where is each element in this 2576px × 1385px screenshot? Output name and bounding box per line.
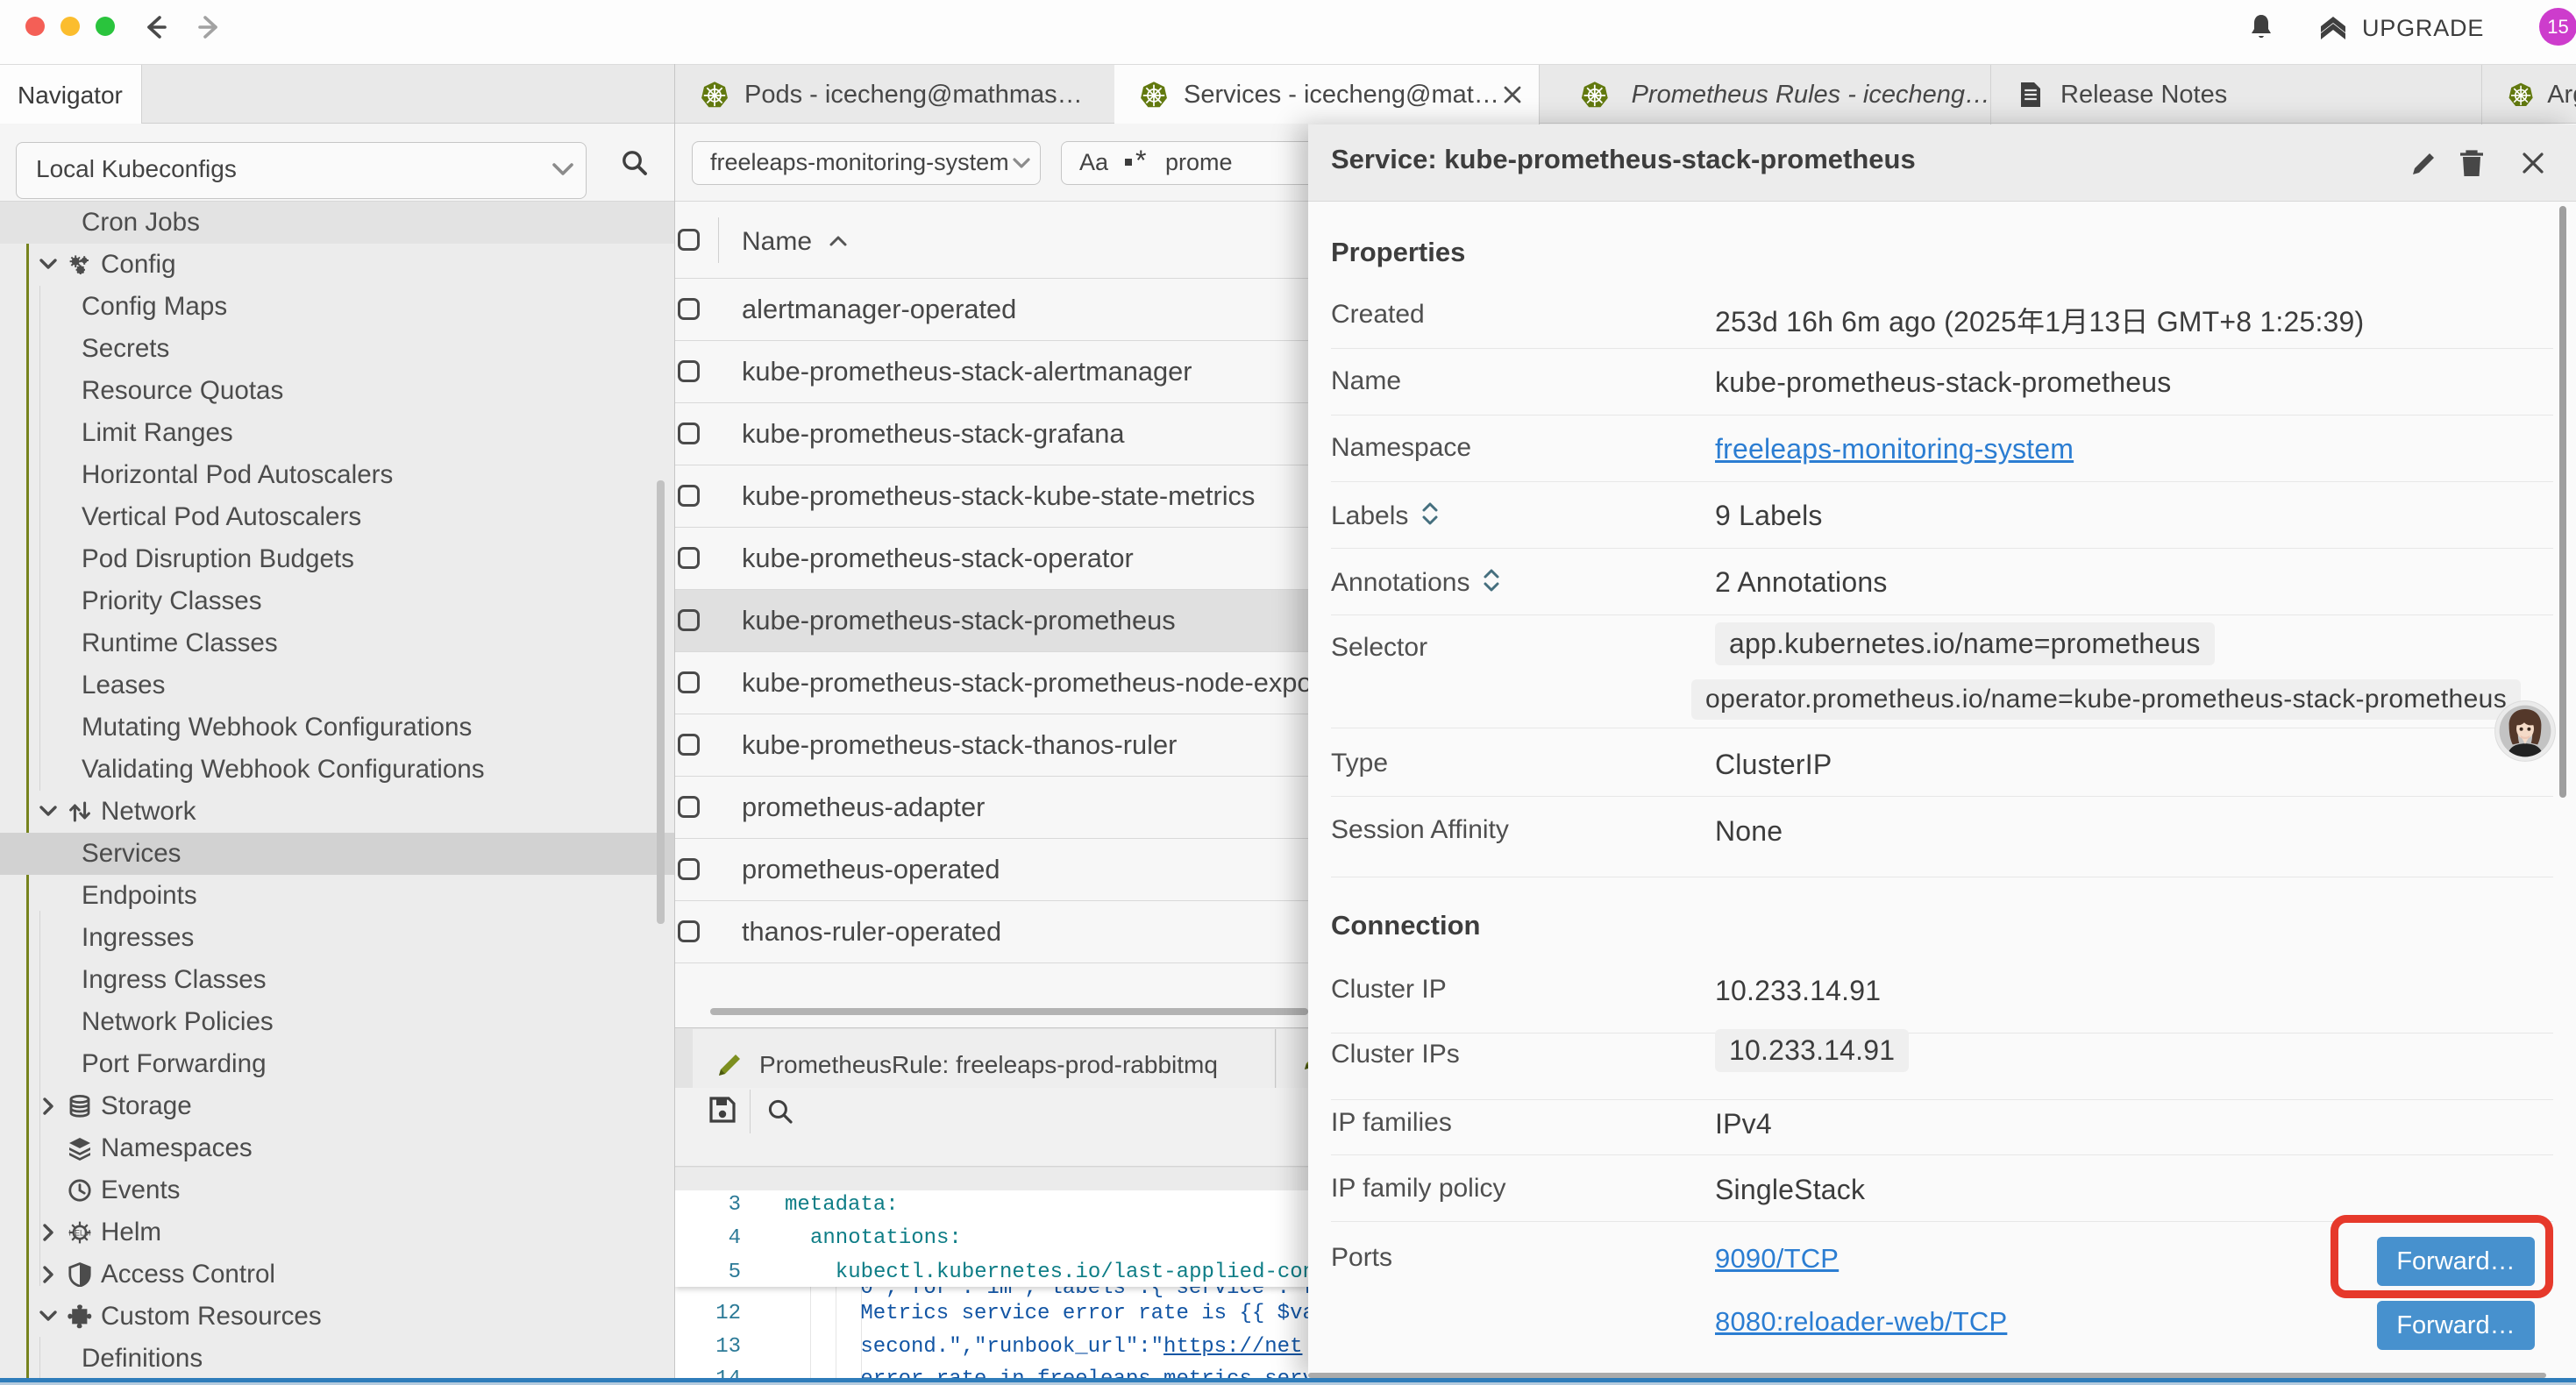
- svg-text:HELM: HELM: [68, 1229, 90, 1238]
